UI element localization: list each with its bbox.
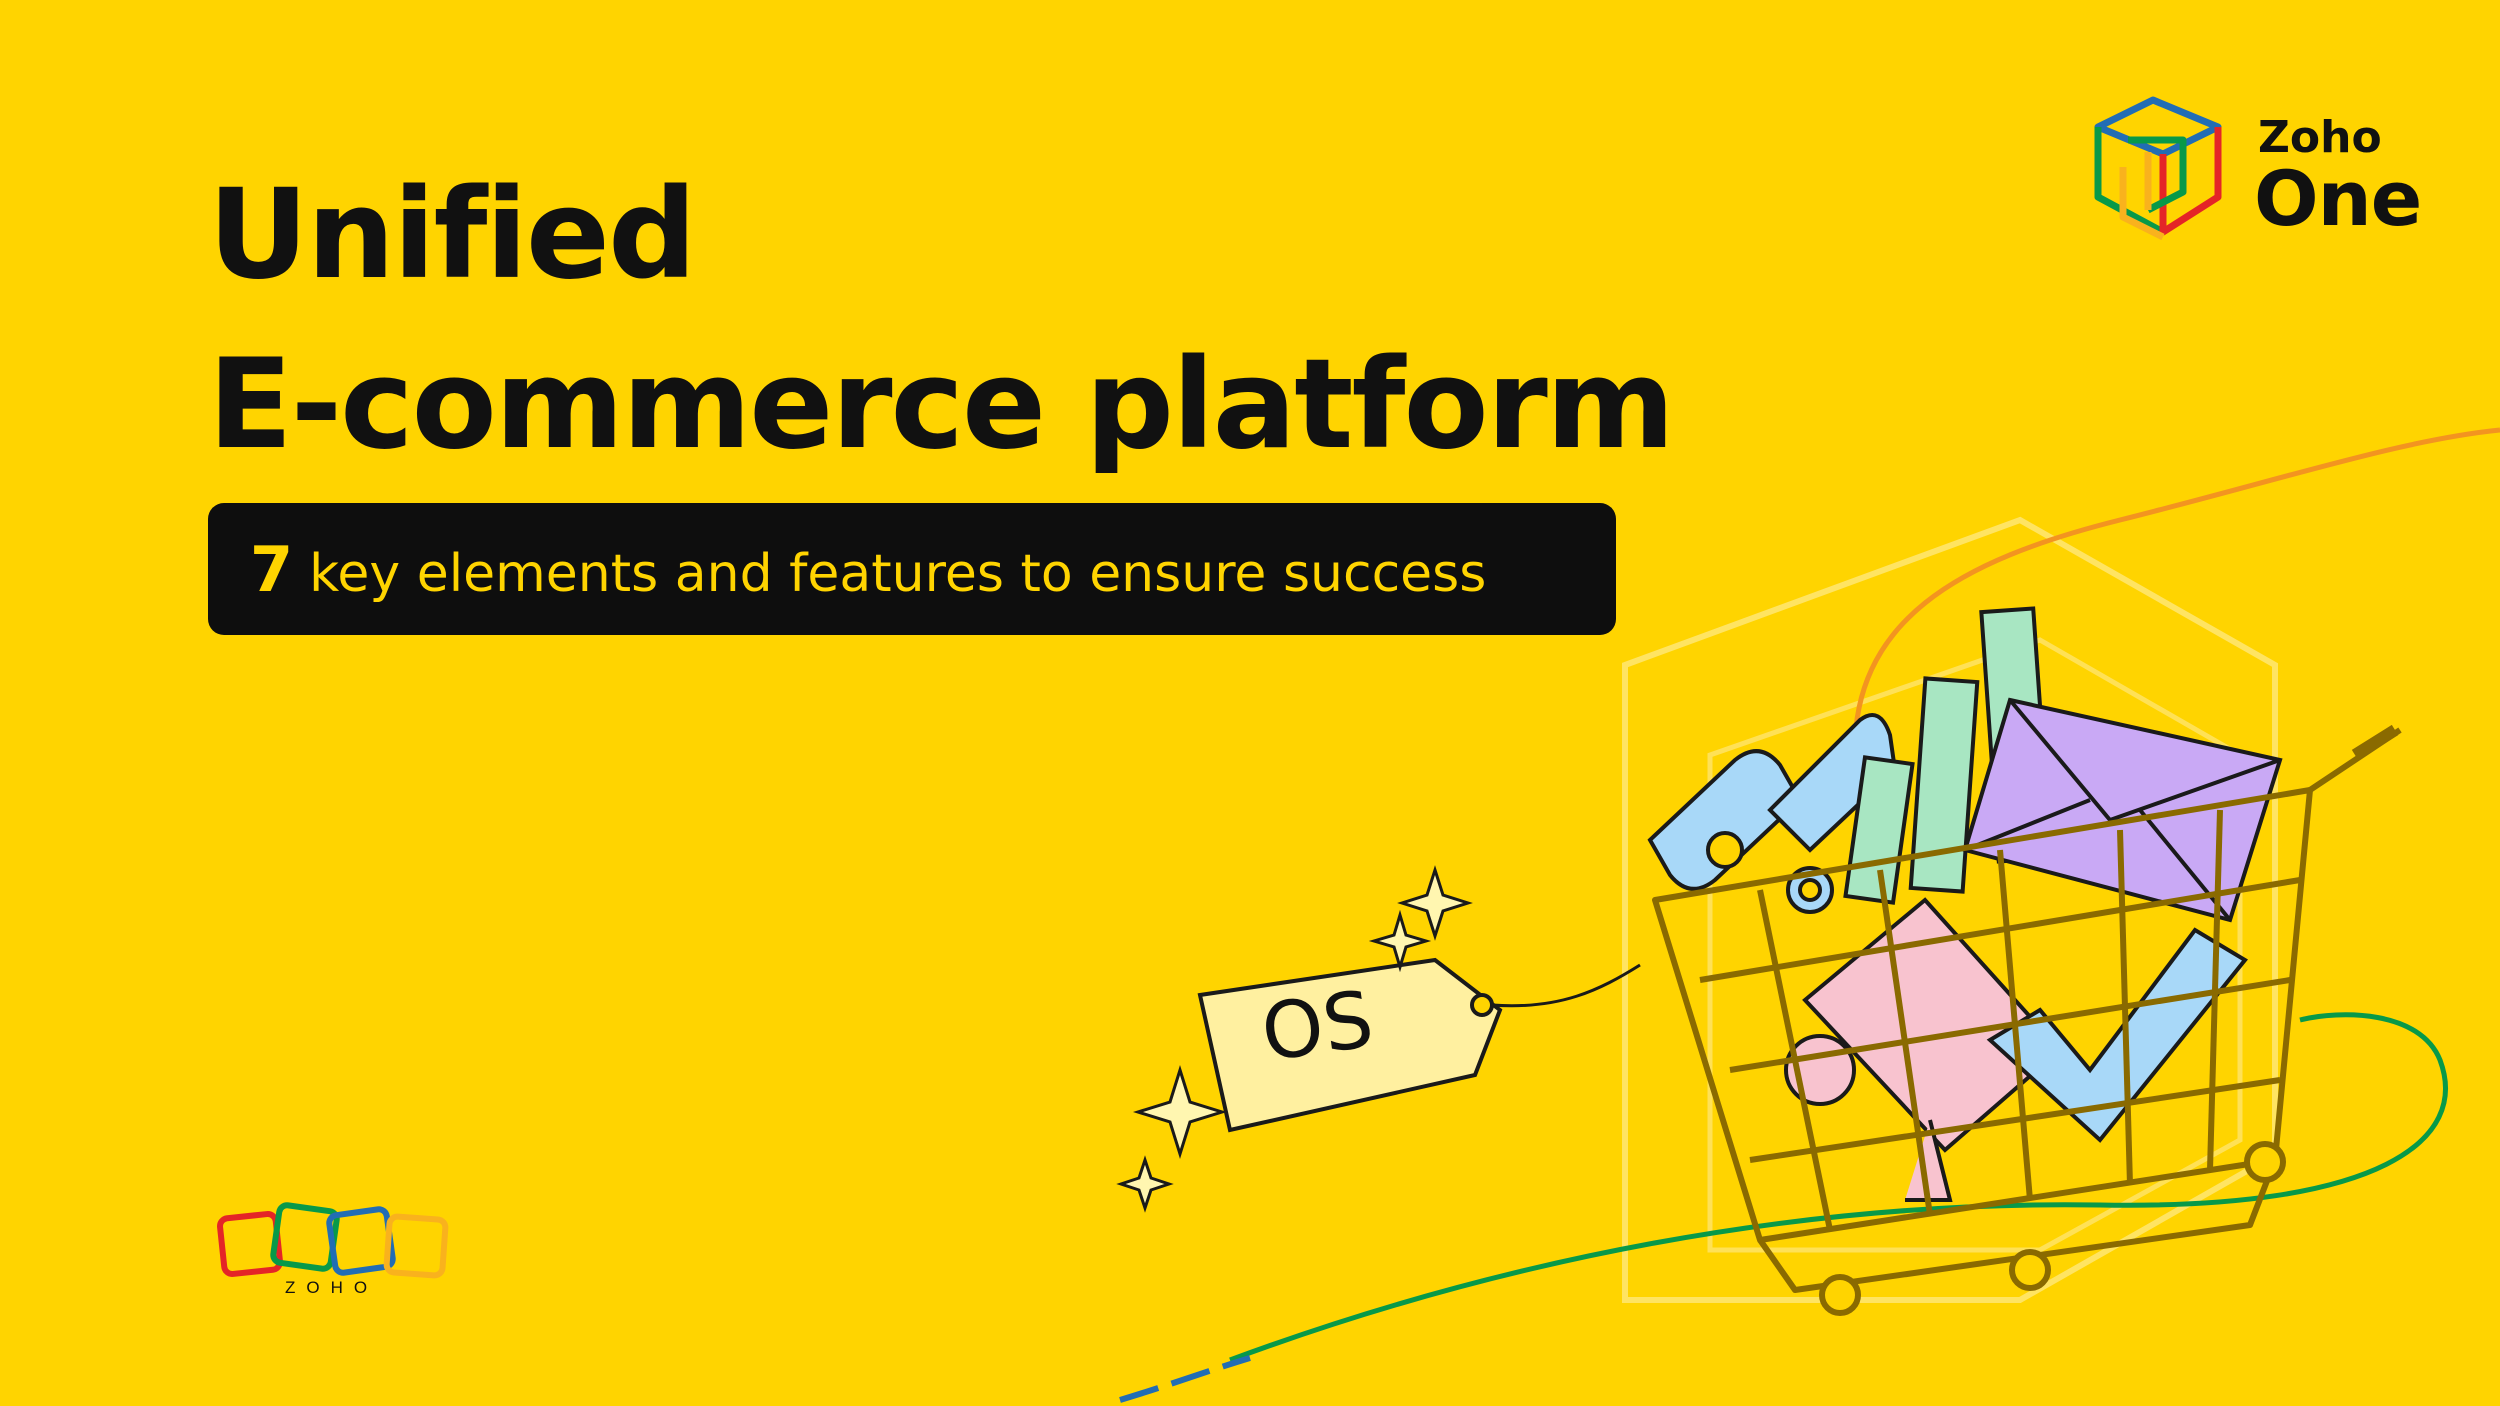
blue-dash: [1119, 1355, 1251, 1403]
price-tag-label: OS: [1256, 974, 1379, 1080]
hexagon-outline: [1622, 516, 2278, 1303]
checkmark-icon: [1986, 927, 2248, 1143]
banner: Unified E-commerce platform 7 key element…: [0, 0, 2500, 1406]
shopping-cart-illustration: [1116, 427, 2500, 1403]
